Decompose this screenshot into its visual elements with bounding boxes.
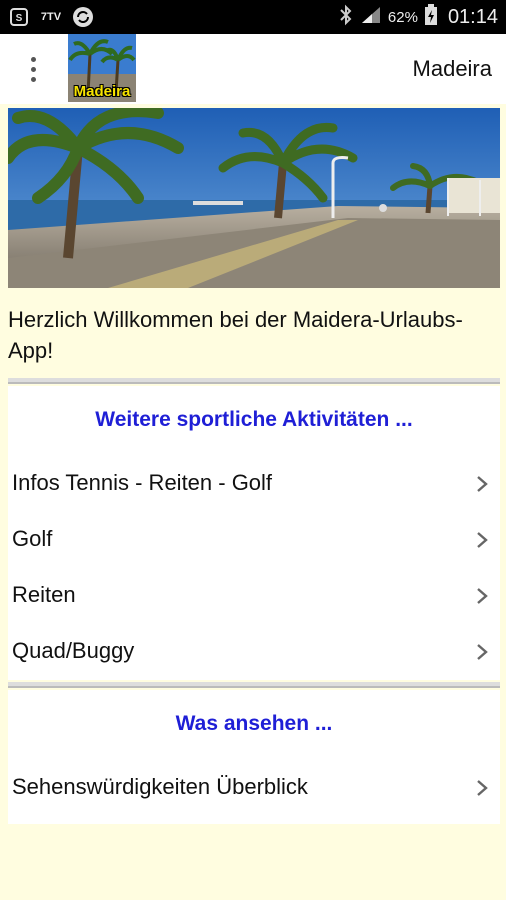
list-item-label: Reiten bbox=[12, 582, 76, 607]
list-item[interactable]: Infos Tennis - Reiten - Golf bbox=[8, 456, 500, 512]
welcome-text: Herzlich Willkommen bei der Maidera-Urla… bbox=[8, 307, 463, 363]
chevron-right-icon bbox=[477, 780, 488, 796]
battery-icon bbox=[424, 3, 438, 31]
list-item-label: Quad/Buggy bbox=[12, 638, 135, 663]
bluetooth-icon bbox=[338, 4, 354, 31]
list-item-label: Infos Tennis - Reiten - Golf bbox=[12, 470, 273, 495]
app-title: Madeira bbox=[412, 56, 492, 81]
section-title: Weitere sportliche Aktivitäten ... bbox=[95, 408, 413, 431]
list-item[interactable]: Reiten bbox=[8, 568, 500, 624]
list-item-label: Sehenswürdigkeiten Überblick bbox=[12, 774, 308, 799]
section-divider bbox=[8, 682, 500, 688]
app-logo: Madeira bbox=[68, 34, 136, 102]
battery-percent: 62% bbox=[387, 8, 418, 26]
section-title: Was ansehen ... bbox=[175, 712, 333, 735]
tv-icon: 7TV bbox=[40, 11, 62, 23]
sync-icon bbox=[72, 6, 94, 28]
list-item[interactable]: Quad/Buggy bbox=[8, 624, 500, 680]
overflow-menu-icon[interactable] bbox=[18, 54, 48, 84]
app-bar: Madeira Madeira bbox=[0, 34, 506, 104]
list-item[interactable]: Golf bbox=[8, 512, 500, 568]
sim-icon: S bbox=[8, 6, 30, 28]
app-logo-label: Madeira bbox=[73, 83, 131, 100]
clock: 01:14 bbox=[447, 5, 498, 28]
chevron-right-icon bbox=[477, 588, 488, 604]
sports-section-card: Weitere sportliche Aktivitäten ... Infos… bbox=[8, 386, 500, 680]
list-item[interactable]: Sehenswürdigkeiten Überblick bbox=[8, 760, 500, 816]
signal-icon bbox=[360, 5, 382, 30]
list-item-label: Golf bbox=[12, 526, 53, 551]
status-bar: S 7TV 62% 01:14 bbox=[0, 0, 506, 34]
chevron-right-icon bbox=[477, 532, 488, 548]
sights-section-card: Was ansehen ... Sehenswürdigkeiten Überb… bbox=[8, 690, 500, 824]
svg-text:S: S bbox=[16, 13, 23, 24]
chevron-right-icon bbox=[477, 476, 488, 492]
hero-image bbox=[8, 108, 500, 288]
chevron-right-icon bbox=[477, 644, 488, 660]
section-divider bbox=[8, 378, 500, 384]
